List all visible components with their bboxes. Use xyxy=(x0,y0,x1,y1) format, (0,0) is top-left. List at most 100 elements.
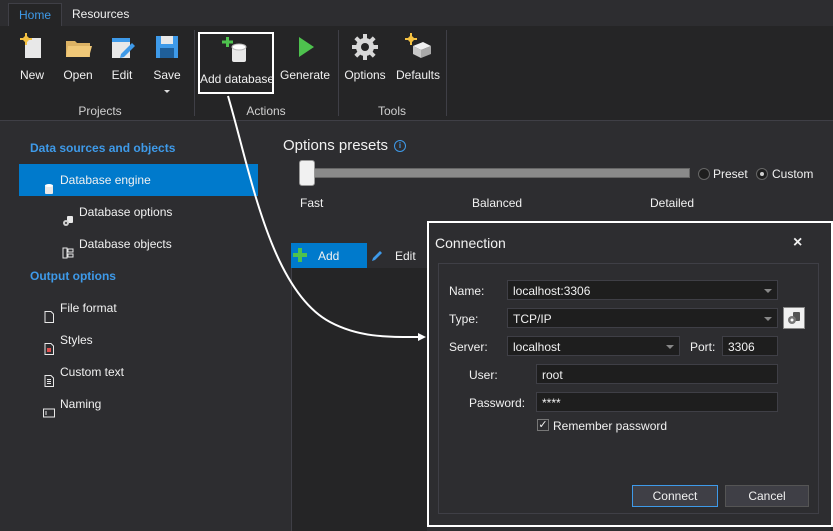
server-input-value: localhost xyxy=(513,340,561,354)
add-database-label: Add database xyxy=(200,72,275,86)
radio-selected-icon xyxy=(756,168,768,180)
group-label-actions: Actions xyxy=(246,104,286,118)
name-input-value: localhost:3306 xyxy=(513,284,591,298)
chevron-down-icon xyxy=(764,289,772,293)
radio-icon xyxy=(698,168,710,180)
new-button[interactable]: New xyxy=(10,32,54,94)
slider-label-fast: Fast xyxy=(300,196,324,210)
password-label: Password: xyxy=(469,396,526,410)
objects-list-panel[interactable] xyxy=(291,268,427,531)
defaults-label: Defaults xyxy=(395,68,441,82)
sidebar-item-styles[interactable]: Styles xyxy=(43,324,93,356)
connect-button[interactable]: Connect xyxy=(632,485,718,507)
database-objects-icon xyxy=(62,239,74,259)
remember-password-label: Remember password xyxy=(553,419,668,433)
ribbon: New Open Edit Save Projects Add database… xyxy=(0,26,833,121)
sidebar-section-data-sources: Data sources and objects xyxy=(30,141,176,155)
save-button[interactable]: Save xyxy=(145,32,189,94)
sidebar-item-naming[interactable]: Naming xyxy=(43,388,101,420)
sidebar-item-custom-text[interactable]: Custom text xyxy=(43,356,124,388)
defaults-button[interactable]: Defaults xyxy=(393,32,443,94)
database-settings-icon xyxy=(787,311,801,328)
connection-dialog: Connection × Name: localhost:3306 Type: … xyxy=(427,221,833,527)
user-label: User: xyxy=(469,368,498,382)
tab-resources[interactable]: Resources xyxy=(62,3,139,26)
options-button[interactable]: Options xyxy=(343,32,387,94)
save-icon xyxy=(152,32,182,62)
generate-button[interactable]: Generate xyxy=(280,32,330,94)
naming-icon xyxy=(43,399,55,418)
edit-toolbar-label: Edit xyxy=(395,249,416,263)
sidebar-item-database-objects[interactable]: Database objects xyxy=(62,228,172,260)
database-icon xyxy=(43,175,55,194)
remember-password-checkbox[interactable]: ✓ xyxy=(537,419,549,431)
sidebar-item-database-options[interactable]: Database options xyxy=(62,196,172,228)
new-file-icon xyxy=(17,32,47,62)
tab-home[interactable]: Home xyxy=(8,3,63,27)
group-label-tools: Tools xyxy=(377,104,406,118)
add-button[interactable]: Add xyxy=(291,243,367,268)
open-button[interactable]: Open xyxy=(56,32,100,94)
chevron-down-icon xyxy=(666,345,674,349)
options-label: Options xyxy=(344,68,386,82)
sidebar-item-label: Database objects xyxy=(79,237,172,251)
slider-label-balanced: Balanced xyxy=(472,196,523,210)
options-presets-title: Options presets xyxy=(283,137,389,154)
dialog-title: Connection xyxy=(435,235,506,251)
preset-slider-track[interactable] xyxy=(303,168,690,178)
edit-label: Edit xyxy=(111,68,133,82)
folder-icon xyxy=(63,32,93,62)
server-label: Server: xyxy=(449,340,488,354)
sidebar-item-label: Database engine xyxy=(60,173,151,187)
group-separator xyxy=(446,30,447,116)
slider-label-detailed: Detailed xyxy=(650,196,695,210)
name-label: Name: xyxy=(449,284,485,298)
add-database-icon xyxy=(221,36,251,66)
dialog-panel: Name: localhost:3306 Type: TCP/IP Server… xyxy=(438,263,819,514)
port-input[interactable]: 3306 xyxy=(722,336,778,356)
type-select-value: TCP/IP xyxy=(513,312,552,326)
generate-label: Generate xyxy=(280,68,331,82)
save-dropdown-arrow-icon[interactable] xyxy=(164,90,170,93)
group-separator xyxy=(338,30,339,116)
user-input[interactable]: root xyxy=(536,364,778,384)
password-input[interactable]: **** xyxy=(536,392,778,412)
edit-icon xyxy=(107,32,137,62)
close-icon[interactable]: × xyxy=(793,234,802,252)
preset-radio-label: Preset xyxy=(713,167,748,181)
database-options-icon xyxy=(62,207,74,226)
defaults-icon xyxy=(403,32,433,62)
name-input[interactable]: localhost:3306 xyxy=(507,280,778,300)
sidebar-item-label: Custom text xyxy=(60,365,125,379)
group-separator xyxy=(194,30,195,116)
ribbon-tab-bar: Home Resources xyxy=(0,0,833,27)
file-icon xyxy=(43,303,55,323)
sidebar-item-label: Naming xyxy=(60,397,102,411)
chevron-down-icon xyxy=(764,317,772,321)
cancel-button[interactable]: Cancel xyxy=(725,485,809,507)
type-options-button[interactable] xyxy=(783,307,805,329)
info-icon[interactable]: i xyxy=(394,140,406,152)
sidebar-item-file-format[interactable]: File format xyxy=(43,292,117,324)
play-icon xyxy=(290,32,320,62)
preset-slider-thumb[interactable] xyxy=(299,160,315,186)
gear-icon xyxy=(350,32,380,62)
sidebar-item-label: File format xyxy=(60,301,117,315)
pencil-icon xyxy=(370,249,384,266)
sidebar-item-database-engine[interactable]: Database engine xyxy=(19,164,258,196)
add-label: Add xyxy=(318,249,340,263)
add-database-button[interactable]: Add database xyxy=(198,32,274,94)
sidebar-item-label: Database options xyxy=(79,205,173,219)
type-select[interactable]: TCP/IP xyxy=(507,308,778,328)
styles-icon xyxy=(43,335,55,355)
edit-button[interactable]: Edit xyxy=(100,32,144,94)
plus-icon xyxy=(293,248,307,265)
sidebar-section-output-options: Output options xyxy=(30,269,116,283)
port-label: Port: xyxy=(690,340,716,354)
save-label: Save xyxy=(153,68,181,82)
group-label-projects: Projects xyxy=(78,104,122,118)
server-input[interactable]: localhost xyxy=(507,336,680,356)
type-label: Type: xyxy=(449,312,479,326)
new-label: New xyxy=(19,68,44,82)
edit-toolbar-button[interactable]: Edit xyxy=(369,243,425,268)
